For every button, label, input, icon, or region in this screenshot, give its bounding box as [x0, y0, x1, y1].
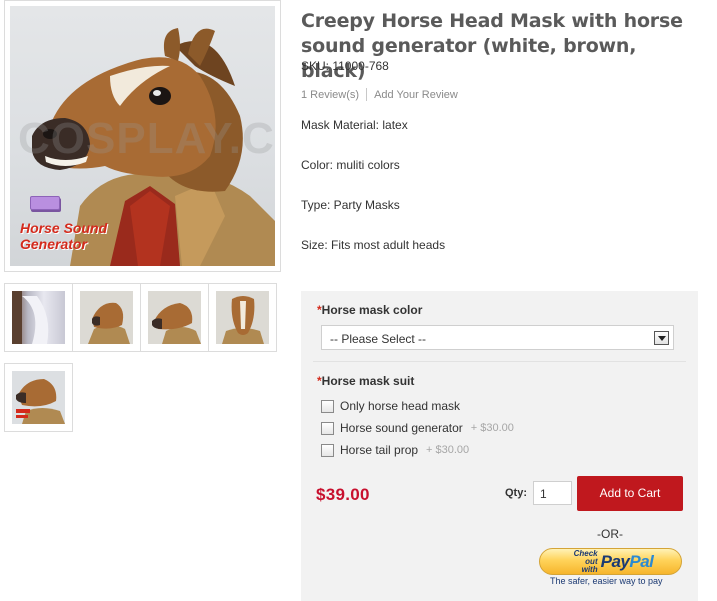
color-option-label: *Horse mask color	[317, 303, 422, 317]
main-product-image[interactable]: COSPLAY.C Horse Sound Generator	[4, 0, 281, 272]
paypal-logo-icon: PayPal	[601, 552, 654, 572]
chevron-down-icon[interactable]	[654, 331, 669, 345]
review-separator	[366, 88, 368, 101]
suit-option-label: *Horse mask suit	[317, 374, 414, 388]
product-price: $39.00	[316, 485, 370, 504]
suit-choice-label: Only horse head mask	[340, 399, 461, 413]
side-thumb-image	[88, 302, 130, 344]
suit-choice-label: Horse tail prop	[340, 443, 419, 457]
thumbnail-horse-side[interactable]	[72, 283, 141, 352]
thumbnail-horse-front[interactable]	[208, 283, 277, 352]
front-thumb-image	[222, 296, 264, 344]
options-divider	[313, 361, 686, 362]
color-option-label-text: Horse mask color	[321, 303, 423, 317]
review-links: 1 Review(s) Add Your Review	[301, 88, 458, 101]
suit-choice-price: + $30.00	[470, 422, 514, 434]
product-sku: SKU: 11000-768	[301, 59, 389, 73]
product-options-panel: *Horse mask color -- Please Select -- *H…	[301, 291, 698, 601]
tail-thumb-image	[12, 291, 49, 344]
thumbnail-horse-profile[interactable]	[140, 283, 209, 352]
qty-label: Qty:	[505, 487, 527, 499]
or-separator: -OR-	[597, 527, 623, 541]
suit-choice-label: Horse sound generator	[340, 421, 463, 435]
suit-choice-price: + $30.00	[426, 444, 470, 456]
attribute-type: Type: Party Masks	[301, 198, 400, 212]
paypal-logo-pay: Pay	[600, 551, 630, 571]
color-select-value: -- Please Select --	[330, 332, 427, 346]
add-review-link[interactable]: Add Your Review	[374, 89, 458, 101]
thumbnail-strip-row2	[4, 363, 73, 432]
reviews-count-link[interactable]: 1 Review(s)	[301, 89, 359, 101]
checkbox[interactable]	[321, 421, 334, 435]
attribute-material: Mask Material: latex	[301, 118, 408, 132]
attribute-size: Size: Fits most adult heads	[301, 238, 446, 252]
suit-choice-sound-generator[interactable]: Horse sound generator + $30.00	[321, 421, 514, 435]
paypal-checkout-text: Check out with	[573, 548, 598, 574]
horse-mask-photo: COSPLAY.C Horse Sound Generator	[10, 6, 275, 266]
paypal-checkout-button[interactable]: Check out with PayPal	[539, 548, 682, 575]
watermark-text: COSPLAY.C	[18, 114, 275, 163]
thumbnail-strip	[4, 283, 277, 352]
suit-choice-head-only[interactable]: Only horse head mask	[321, 399, 460, 413]
suit-option-label-text: Horse mask suit	[321, 374, 415, 388]
sound-generator-icon	[30, 196, 60, 210]
attribute-color: Color: muliti colors	[301, 158, 400, 172]
image-caption: Horse Sound Generator	[20, 220, 108, 252]
suit-choice-tail-prop[interactable]: Horse tail prop + $30.00	[321, 443, 469, 457]
generator-thumb-image	[16, 379, 65, 424]
qty-input[interactable]: 1	[533, 481, 572, 505]
add-to-cart-button[interactable]: Add to Cart	[577, 476, 683, 511]
paypal-logo-pal: Pal	[629, 551, 654, 571]
thumbnail-horse-tail[interactable]	[4, 283, 73, 352]
thumbnail-horse-generator[interactable]	[4, 363, 73, 432]
paypal-tagline: The safer, easier way to pay	[550, 576, 663, 586]
checkbox[interactable]	[321, 399, 334, 413]
color-select[interactable]: -- Please Select --	[321, 325, 674, 350]
checkbox[interactable]	[321, 443, 334, 457]
profile-thumb-image	[152, 303, 201, 344]
